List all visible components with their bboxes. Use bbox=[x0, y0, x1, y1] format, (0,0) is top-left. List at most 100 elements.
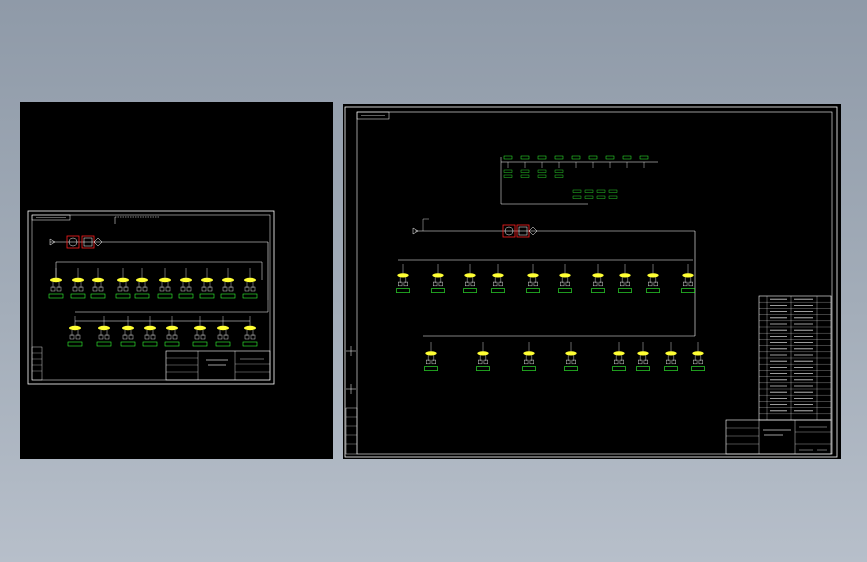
mini-tag bbox=[588, 155, 598, 160]
device-tag bbox=[67, 341, 83, 347]
right-upper-units bbox=[396, 264, 695, 293]
mini-tag bbox=[572, 195, 582, 199]
device-tag bbox=[558, 288, 572, 293]
valve-symbol bbox=[98, 325, 110, 331]
device-tag bbox=[591, 288, 605, 293]
valve-symbol bbox=[692, 351, 704, 356]
component-unit-6 bbox=[178, 268, 194, 299]
valve-symbol bbox=[180, 277, 192, 283]
component-unit-r3 bbox=[491, 264, 505, 293]
valve-symbol bbox=[166, 325, 178, 331]
mini-tag bbox=[596, 189, 606, 193]
device-tag bbox=[178, 293, 194, 299]
component-unit-r8 bbox=[646, 264, 660, 293]
mini-tag bbox=[520, 174, 530, 178]
component-unit-b0 bbox=[67, 316, 83, 347]
device-tag bbox=[96, 341, 112, 347]
component-unit-r1 bbox=[431, 264, 445, 293]
valve-symbol bbox=[122, 325, 134, 331]
right-inner-frame bbox=[356, 111, 833, 455]
component-unit-rl7 bbox=[691, 342, 705, 371]
valve-symbol bbox=[647, 273, 659, 278]
component-unit-r5 bbox=[558, 264, 572, 293]
component-unit-b6 bbox=[215, 316, 231, 347]
device-tag bbox=[491, 288, 505, 293]
device-tag bbox=[120, 341, 136, 347]
component-unit-rl1 bbox=[476, 342, 490, 371]
component-unit-b4 bbox=[164, 316, 180, 347]
component-unit-rl4 bbox=[612, 342, 626, 371]
valve-symbol bbox=[50, 277, 62, 283]
device-tag bbox=[242, 293, 258, 299]
device-tag bbox=[70, 293, 86, 299]
device-tag bbox=[220, 293, 236, 299]
valve-symbol bbox=[527, 273, 539, 278]
valve-symbol bbox=[222, 277, 234, 283]
device-tag bbox=[90, 293, 106, 299]
valve-symbol bbox=[159, 277, 171, 283]
valve-symbol bbox=[619, 273, 631, 278]
mini-tag bbox=[572, 189, 582, 193]
device-tag bbox=[564, 366, 578, 371]
device-tag bbox=[192, 341, 208, 347]
valve-symbol bbox=[92, 277, 104, 283]
valve-symbol bbox=[136, 277, 148, 283]
valve-symbol bbox=[592, 273, 604, 278]
device-tag bbox=[242, 341, 258, 347]
device-tag bbox=[681, 288, 695, 293]
mini-tag bbox=[503, 174, 513, 178]
component-unit-3 bbox=[115, 268, 131, 299]
component-unit-b2 bbox=[120, 316, 136, 347]
valve-symbol bbox=[201, 277, 213, 283]
left-lower-units bbox=[67, 316, 258, 347]
device-tag bbox=[618, 288, 632, 293]
device-tag bbox=[646, 288, 660, 293]
valve-symbol bbox=[559, 273, 571, 278]
valve-symbol bbox=[523, 351, 535, 356]
left-schematic-svg bbox=[27, 210, 275, 385]
component-unit-r2 bbox=[463, 264, 477, 293]
device-tag bbox=[199, 293, 215, 299]
device-tag bbox=[134, 293, 150, 299]
component-unit-5 bbox=[157, 268, 173, 299]
component-unit-rl2 bbox=[522, 342, 536, 371]
mini-tag bbox=[503, 169, 513, 173]
component-unit-r9 bbox=[681, 264, 695, 293]
right-drawing-sheet[interactable] bbox=[343, 104, 841, 459]
device-tag bbox=[691, 366, 705, 371]
device-tag bbox=[48, 293, 64, 299]
mini-tag bbox=[596, 195, 606, 199]
valve-symbol bbox=[682, 273, 694, 278]
device-tag bbox=[636, 366, 650, 371]
component-unit-b5 bbox=[192, 316, 208, 347]
device-tag bbox=[424, 366, 438, 371]
device-tag bbox=[215, 341, 231, 347]
component-unit-r0 bbox=[396, 264, 410, 293]
mini-tag bbox=[571, 155, 581, 160]
mini-tag bbox=[608, 195, 618, 199]
valve-symbol bbox=[144, 325, 156, 331]
component-unit-8 bbox=[220, 268, 236, 299]
mini-tag bbox=[537, 155, 547, 160]
mini-tag bbox=[608, 189, 618, 193]
device-tag bbox=[115, 293, 131, 299]
right-registration-marks bbox=[346, 346, 356, 394]
device-tag bbox=[612, 366, 626, 371]
left-title-block bbox=[165, 350, 271, 381]
left-drawing-sheet[interactable] bbox=[20, 102, 333, 459]
right-top-mini-units bbox=[503, 155, 649, 199]
device-tag bbox=[463, 288, 477, 293]
component-unit-r4 bbox=[526, 264, 540, 293]
left-inner-frame bbox=[31, 214, 271, 381]
valve-symbol bbox=[72, 277, 84, 283]
valve-symbol bbox=[477, 351, 489, 356]
component-unit-rl6 bbox=[664, 342, 678, 371]
valve-symbol bbox=[665, 351, 677, 356]
left-upper-units bbox=[48, 268, 258, 299]
component-unit-4 bbox=[134, 268, 150, 299]
device-tag bbox=[396, 288, 410, 293]
valve-symbol bbox=[244, 277, 256, 283]
valve-symbol bbox=[69, 325, 81, 331]
device-tag bbox=[664, 366, 678, 371]
mini-tag bbox=[503, 155, 513, 160]
